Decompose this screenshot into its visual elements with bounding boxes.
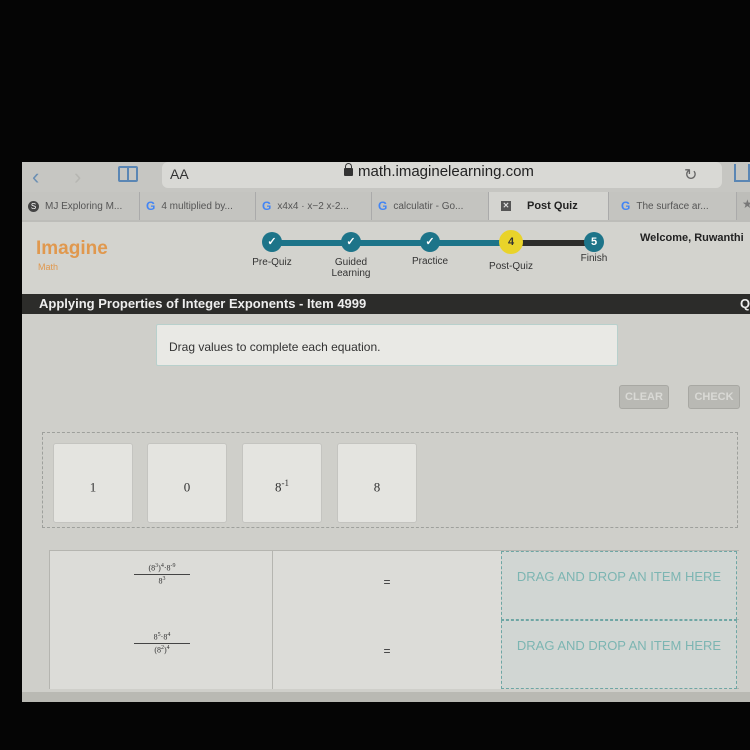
tab-label: x4x4 · x−2 x-2... — [277, 200, 349, 212]
instruction-text: Drag values to complete each equation. — [169, 340, 381, 354]
page-bottom — [22, 692, 750, 702]
tab-label: MJ Exploring M... — [45, 200, 123, 212]
step-label-practice: Practice — [411, 256, 449, 267]
bookmarks-icon[interactable] — [118, 166, 138, 182]
tab-surface-area[interactable]: G The surface ar... — [609, 192, 737, 220]
share-icon[interactable] — [734, 164, 750, 182]
step-label-pre-quiz: Pre-Quiz — [252, 257, 292, 268]
equation-table: (83)4·8-9 83 = DRAG AND DROP AN ITEM HER… — [49, 550, 739, 689]
answer-tile[interactable]: 8-1 — [242, 443, 322, 523]
tile-base: 1 — [89, 479, 97, 495]
step-pre-quiz-check: ✓ — [262, 232, 282, 252]
tab-post-quiz[interactable]: ✕ Post Quiz — [489, 192, 609, 220]
step-post-quiz: 4 — [499, 230, 523, 254]
tab-label: 4 multiplied by... — [161, 200, 233, 212]
url-text[interactable]: math.imaginelearning.com — [358, 163, 534, 180]
google-icon: G — [378, 199, 388, 213]
drop-zone[interactable]: DRAG AND DROP AN ITEM HERE — [501, 551, 737, 620]
tile-base: 0 — [183, 479, 191, 495]
expression-cell: (83)4·8-9 83 — [49, 551, 273, 620]
step-finish: 5 — [584, 232, 604, 252]
browser-address-bar: ‹ › AA math.imaginelearning.com ↻ — [22, 162, 750, 192]
clear-button[interactable]: CLEAR — [619, 385, 669, 409]
google-icon: G — [621, 199, 631, 213]
equals-sign: = — [273, 551, 501, 620]
check-button[interactable]: CHECK — [688, 385, 740, 409]
tab-calculatir[interactable]: G calculatir - Go... — [372, 192, 489, 220]
url-field[interactable]: AA math.imaginelearning.com ↻ — [162, 162, 722, 188]
step-practice-check: ✓ — [420, 232, 440, 252]
lesson-title-bar: Applying Properties of Integer Exponents… — [22, 294, 750, 314]
drop-zone[interactable]: DRAG AND DROP AN ITEM HERE — [501, 620, 737, 689]
tab-label: Post Quiz — [527, 200, 578, 212]
equals-sign: = — [273, 620, 501, 689]
google-icon: G — [262, 199, 272, 213]
lock-icon — [344, 163, 353, 176]
reload-icon[interactable]: ↻ — [684, 165, 697, 185]
tile-exponent: -1 — [281, 478, 290, 488]
equation-row: 85·84 (82)4 = DRAG AND DROP AN ITEM HERE — [49, 620, 739, 689]
fraction-expression: (83)4·8-9 83 — [134, 563, 190, 585]
step-label-post-quiz: Post-Quiz — [489, 261, 533, 272]
welcome-text: Welcome, Ruwanthi — [640, 232, 744, 244]
logo-subtitle: Math — [38, 262, 59, 272]
close-tab-icon[interactable]: ✕ — [501, 201, 511, 211]
forward-icon[interactable]: › — [74, 164, 81, 190]
title-bar-right: Q — [740, 296, 750, 311]
step-label-guided-learning: Guided Learning — [331, 257, 371, 279]
tab-label: calculatir - Go... — [393, 200, 464, 212]
ipad-screen: ‹ › AA math.imaginelearning.com ↻ S MJ E… — [22, 162, 750, 702]
numerator: (83)4·8-9 — [134, 563, 190, 575]
tab-bar: S MJ Exploring M... G 4 multiplied by...… — [22, 192, 750, 222]
lesson-title: Applying Properties of Integer Exponents… — [39, 296, 367, 311]
progress-track-remaining — [512, 240, 592, 246]
equation-row: (83)4·8-9 83 = DRAG AND DROP AN ITEM HER… — [49, 551, 739, 620]
s-icon: S — [28, 200, 39, 212]
progress-track-complete — [272, 240, 512, 246]
pin-icon: ★ — [742, 197, 750, 211]
tab-x4x4[interactable]: G x4x4 · x−2 x-2... — [256, 192, 372, 220]
tab-label: The surface ar... — [636, 200, 709, 212]
google-icon: G — [146, 199, 156, 213]
denominator: (82)4 — [154, 644, 170, 655]
step-label-finish: Finish — [580, 253, 608, 264]
denominator: 83 — [158, 575, 166, 586]
app-header: Imagine Math ✓ Pre-Quiz ✓ Guided Learnin… — [22, 222, 750, 294]
back-icon[interactable]: ‹ — [32, 164, 39, 190]
answer-tile[interactable]: 0 — [147, 443, 227, 523]
answer-tile-tray: 1 0 8-1 8 — [42, 432, 738, 528]
expression-cell: 85·84 (82)4 — [49, 620, 273, 689]
answer-tile[interactable]: 8 — [337, 443, 417, 523]
instruction-box: Drag values to complete each equation. — [156, 324, 618, 366]
fraction-expression: 85·84 (82)4 — [134, 632, 190, 654]
step-guided-learning-check: ✓ — [341, 232, 361, 252]
tile-base: 8 — [373, 479, 381, 495]
tab-mj-exploring[interactable]: S MJ Exploring M... — [22, 192, 140, 220]
logo: Imagine — [36, 238, 108, 259]
numerator: 85·84 — [134, 632, 190, 644]
tab-4-multiplied[interactable]: G 4 multiplied by... — [140, 192, 256, 220]
text-size-button[interactable]: AA — [170, 166, 189, 182]
answer-tile[interactable]: 1 — [53, 443, 133, 523]
